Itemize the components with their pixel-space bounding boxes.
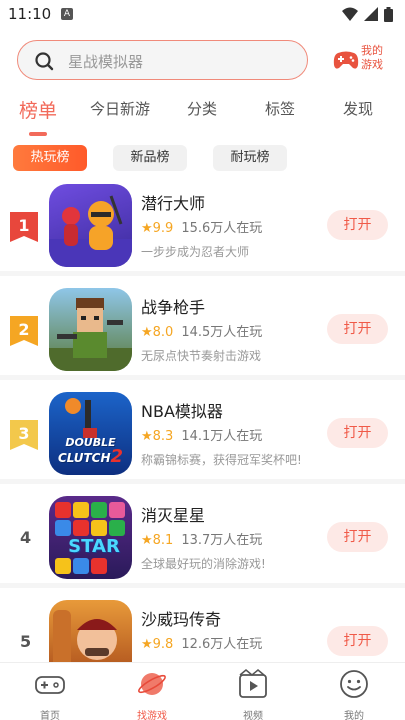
- game-icon[interactable]: [49, 184, 132, 267]
- tab-category[interactable]: 分类: [187, 98, 217, 119]
- game-row[interactable]: 5 沙威玛传奇 ★9.8 12.6万人在玩 打开: [0, 588, 405, 668]
- game-score: 9.8: [152, 637, 174, 652]
- rank-number: 1: [18, 216, 30, 235]
- game-name: NBA模拟器: [141, 402, 223, 421]
- double-clutch-logo: DOUBLE CLUTCH2: [57, 436, 124, 467]
- nav-mine[interactable]: 我的: [324, 667, 384, 720]
- game-score: 8.0: [152, 325, 174, 340]
- rank-number: 2: [18, 320, 30, 339]
- game-desc: 无尿点快节奏射击游戏: [141, 349, 262, 363]
- ninja-icon: [49, 195, 132, 267]
- game-row[interactable]: 2 战争枪手 ★8.0 14.5万人在玩 无尿点快节奏射击游戏 打开: [0, 276, 405, 380]
- wifi-icon: [342, 7, 358, 21]
- bottom-nav: 首页 找游戏 视频 我的: [0, 662, 405, 720]
- game-icon[interactable]: STAR: [49, 496, 132, 579]
- game-score: 9.9: [152, 221, 174, 236]
- nav-label: 首页: [40, 711, 60, 720]
- main-tabs: 榜单 今日新游 分类 标签 发现: [0, 96, 405, 136]
- nav-video[interactable]: 视频: [223, 667, 283, 720]
- status-bar: 11:10 A: [0, 0, 405, 30]
- active-tab-indicator: [29, 132, 47, 136]
- open-button[interactable]: 打开: [327, 522, 388, 552]
- game-desc: 称霸锦标赛，获得冠军奖杯吧!: [141, 453, 302, 467]
- game-score: 8.1: [152, 533, 174, 548]
- rank-number: 5: [20, 632, 32, 651]
- status-icons: [342, 6, 393, 22]
- game-name: 战争枪手: [141, 298, 206, 317]
- star-icon: ★: [141, 221, 153, 236]
- game-players: 15.6万人在玩: [181, 221, 263, 236]
- open-button[interactable]: 打开: [327, 418, 388, 448]
- gamepad-home-icon: [35, 676, 65, 694]
- game-meta: ★9.8 12.6万人在玩: [141, 633, 262, 652]
- star-icon: ★: [141, 325, 153, 340]
- nav-label: 找游戏: [137, 711, 167, 720]
- game-icon[interactable]: [49, 288, 132, 371]
- video-icon: [239, 669, 267, 698]
- game-players: 13.7万人在玩: [181, 533, 263, 548]
- open-button[interactable]: 打开: [327, 314, 388, 344]
- game-row[interactable]: 3 DOUBLE CLUTCH2 NBA模拟器 ★8.3 14.1万人在玩 称霸锦…: [0, 380, 405, 484]
- game-score: 8.3: [152, 429, 174, 444]
- subtab-lasting[interactable]: 耐玩榜: [213, 145, 287, 171]
- game-meta: ★9.9 15.6万人在玩: [141, 217, 262, 236]
- game-list: 1 潜行大师 ★9.9 15.6万人在玩 一步步成为忍者大师 打开 2 战争枪手…: [0, 172, 405, 668]
- rank-number: 4: [20, 528, 32, 547]
- gamepad-icon: [333, 51, 359, 69]
- rank-badge: 1: [10, 212, 38, 242]
- game-row[interactable]: 1 潜行大师 ★9.9 15.6万人在玩 一步步成为忍者大师 打开: [0, 172, 405, 276]
- game-players: 14.5万人在玩: [181, 325, 263, 340]
- status-time: 11:10: [8, 5, 52, 23]
- nav-label: 我的: [344, 711, 364, 720]
- smiley-icon: [340, 670, 368, 698]
- tab-discover[interactable]: 发现: [343, 98, 373, 119]
- star-icon: ★: [141, 637, 153, 652]
- tab-tags[interactable]: 标签: [265, 98, 295, 119]
- star-icon: ★: [141, 429, 153, 444]
- game-row[interactable]: 4 STAR 消灭星星 ★8.1 13.7万人在玩 全球最好玩的消除游戏! 打开: [0, 484, 405, 588]
- search-icon: [35, 52, 54, 71]
- game-icon[interactable]: [49, 600, 132, 668]
- search-placeholder: 星战模拟器: [68, 53, 144, 71]
- signal-icon: [364, 7, 378, 21]
- rank-number: 3: [18, 424, 30, 443]
- subtab-hot[interactable]: 热玩榜: [13, 145, 87, 171]
- game-players: 14.1万人在玩: [181, 429, 263, 444]
- game-meta: ★8.0 14.5万人在玩: [141, 321, 262, 340]
- open-button[interactable]: 打开: [327, 626, 388, 656]
- game-meta: ★8.1 13.7万人在玩: [141, 529, 262, 548]
- tab-new-games[interactable]: 今日新游: [90, 98, 150, 119]
- nav-label: 视频: [243, 711, 263, 720]
- game-name: 沙威玛传奇: [141, 610, 222, 629]
- notification-icon: A: [61, 8, 73, 20]
- star-icon: ★: [141, 533, 153, 548]
- game-players: 12.6万人在玩: [181, 637, 263, 652]
- gunner-icon: [49, 298, 132, 371]
- my-games-label: 我的游戏: [361, 44, 383, 71]
- open-button[interactable]: 打开: [327, 210, 388, 240]
- game-icon[interactable]: DOUBLE CLUTCH2: [49, 392, 132, 475]
- nav-home[interactable]: 首页: [20, 667, 80, 720]
- tab-ranking[interactable]: 榜单: [19, 96, 57, 123]
- subtab-new[interactable]: 新品榜: [113, 145, 187, 171]
- game-name: 消灭星星: [141, 506, 206, 525]
- nav-find-games[interactable]: 找游戏: [122, 667, 182, 720]
- rank-badge: 2: [10, 316, 38, 346]
- game-desc: 一步步成为忍者大师: [141, 245, 250, 259]
- shawarma-icon: [53, 610, 117, 668]
- game-name: 潜行大师: [141, 194, 206, 213]
- rank-badge: 3: [10, 420, 38, 450]
- game-desc: 全球最好玩的消除游戏!: [141, 557, 266, 571]
- star-logo: STAR: [68, 536, 120, 557]
- planet-icon: [138, 673, 166, 695]
- battery-icon: [384, 6, 393, 22]
- game-meta: ★8.3 14.1万人在玩: [141, 425, 262, 444]
- my-games-button[interactable]: 我的游戏: [333, 44, 393, 78]
- search-box[interactable]: 星战模拟器: [17, 40, 308, 80]
